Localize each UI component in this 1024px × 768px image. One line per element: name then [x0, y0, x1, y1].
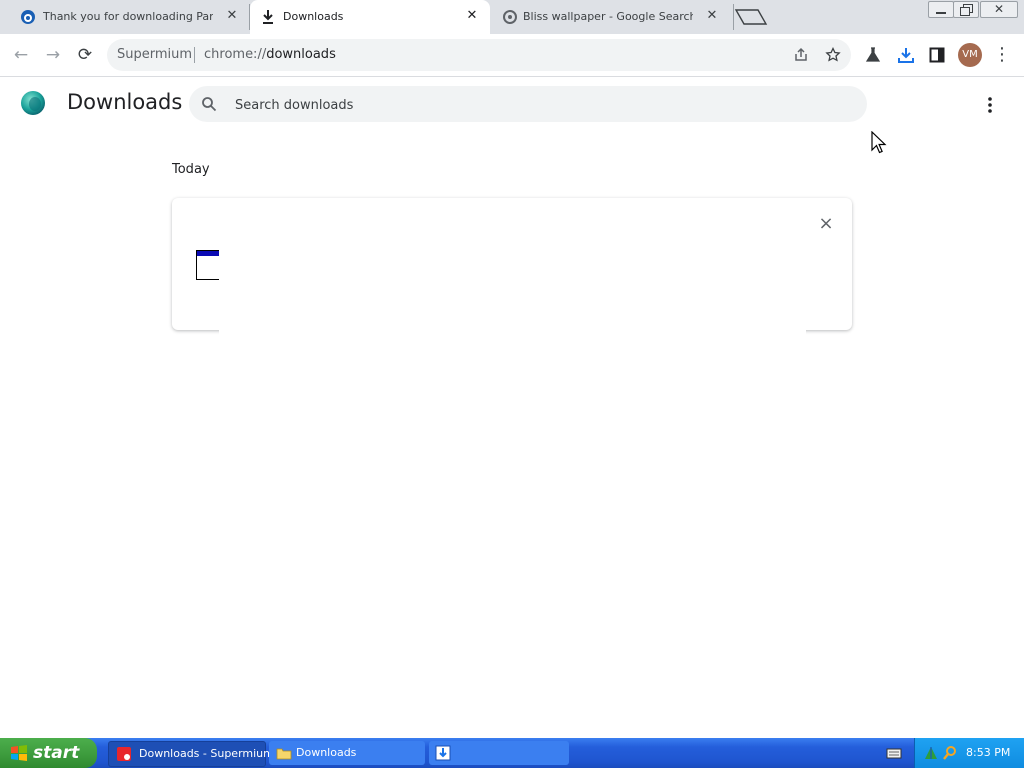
flask-icon[interactable]: [865, 47, 881, 63]
magnifier-tray-icon[interactable]: [942, 745, 958, 761]
supermium-logo-icon: [21, 91, 45, 115]
new-tab-button[interactable]: [734, 8, 768, 26]
search-icon: [202, 97, 217, 112]
section-date-header: Today: [172, 162, 210, 177]
profile-avatar[interactable]: VM: [958, 43, 982, 67]
tab-title: Downloads: [283, 10, 344, 23]
network-icon[interactable]: [923, 745, 939, 761]
side-panel-icon[interactable]: [929, 47, 945, 63]
search-box[interactable]: [189, 86, 867, 122]
tab-bliss[interactable]: Bliss wallpaper - Google Search ✕: [492, 0, 730, 34]
installer-icon: [435, 745, 451, 761]
url-host: downloads: [266, 47, 336, 62]
browser-menu-button[interactable]: ⋮: [990, 43, 1014, 67]
forward-button[interactable]: →: [41, 43, 65, 67]
start-button[interactable]: start: [0, 738, 97, 768]
url-prefix: chrome://: [204, 47, 267, 62]
google-icon: [503, 10, 517, 24]
folder-icon: [276, 748, 292, 760]
share-icon[interactable]: [793, 47, 809, 63]
remove-download-button[interactable]: ×: [816, 214, 836, 234]
omnibox-url: chrome://downloads: [204, 47, 336, 62]
tab-downloads[interactable]: Downloads ✕: [250, 0, 490, 34]
close-icon[interactable]: ✕: [464, 8, 480, 24]
reload-button[interactable]: ⟳: [73, 43, 97, 67]
taskbar-item-supermium[interactable]: Downloads - Supermium: [108, 741, 274, 767]
omnibox-divider: [194, 47, 195, 63]
omnibox[interactable]: Supermium chrome://downloads: [107, 39, 851, 71]
tab-strip: Thank you for downloading Panda ... ✕ Do…: [0, 0, 1024, 34]
taskbar-item-label: Downloads - Supermium: [139, 747, 274, 760]
download-icon: [263, 10, 273, 24]
start-label: start: [33, 743, 80, 763]
windows-logo-icon: [11, 745, 27, 761]
omnibox-scheme: Supermium: [117, 47, 193, 62]
mouse-cursor-icon: [871, 131, 887, 154]
taskbar-item-downloads-folder[interactable]: Downloads: [269, 741, 425, 765]
downloads-toolbar-icon[interactable]: [897, 46, 915, 64]
taskbar-item-label: Downloads: [296, 746, 357, 759]
supermium-app-icon: [117, 747, 131, 761]
more-options-icon[interactable]: [980, 94, 1000, 116]
rendering-artifact: [219, 198, 806, 338]
close-icon[interactable]: ✕: [224, 8, 240, 24]
star-icon[interactable]: [825, 47, 841, 63]
close-icon[interactable]: ✕: [704, 8, 720, 24]
restore-button[interactable]: [953, 1, 979, 18]
tab-title: Bliss wallpaper - Google Search: [523, 10, 693, 23]
search-input[interactable]: [233, 95, 837, 115]
minimize-button[interactable]: [928, 1, 954, 18]
toolbar: ← → ⟳ Supermium chrome://downloads VM ⋮: [0, 34, 1024, 77]
close-window-button[interactable]: ✕: [980, 1, 1018, 18]
back-button[interactable]: ←: [9, 43, 33, 67]
tab-panda[interactable]: Thank you for downloading Panda ... ✕: [10, 0, 248, 34]
clock: 8:53 PM: [966, 746, 1011, 759]
file-icon: [196, 250, 220, 280]
page-title: Downloads: [67, 90, 183, 114]
panda-icon: [21, 10, 35, 24]
taskbar-item-unnamed[interactable]: [429, 741, 569, 765]
tab-title: Thank you for downloading Panda ...: [43, 10, 213, 23]
keyboard-icon[interactable]: [886, 746, 902, 760]
